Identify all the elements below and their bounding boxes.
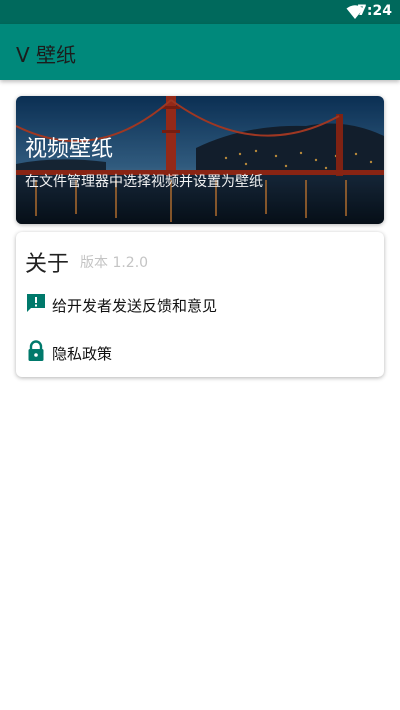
- feedback-icon: [27, 294, 45, 312]
- hero-subtitle: 在文件管理器中选择视频并设置为壁纸: [25, 174, 263, 190]
- app-bar: V 壁纸: [0, 24, 400, 80]
- version-label: 版本 1.2.0: [80, 255, 149, 271]
- about-card: 关于 版本 1.2.0 给开发者发送反馈和意见 隐私政策: [16, 232, 384, 377]
- video-wallpaper-card[interactable]: 视频壁纸 在文件管理器中选择视频并设置为壁纸: [16, 96, 384, 224]
- feedback-item[interactable]: 给开发者发送反馈和意见: [16, 284, 384, 324]
- hero-title: 视频壁纸: [25, 137, 114, 162]
- privacy-policy-label: 隐私政策: [52, 345, 113, 363]
- status-bar: 7:24: [0, 0, 400, 24]
- feedback-label: 给开发者发送反馈和意见: [52, 297, 218, 315]
- status-time: 7:24: [357, 3, 392, 19]
- privacy-policy-item[interactable]: 隐私政策: [16, 332, 384, 372]
- app-title: V 壁纸: [16, 43, 77, 67]
- about-title: 关于: [25, 252, 70, 277]
- lock-icon: [28, 340, 44, 361]
